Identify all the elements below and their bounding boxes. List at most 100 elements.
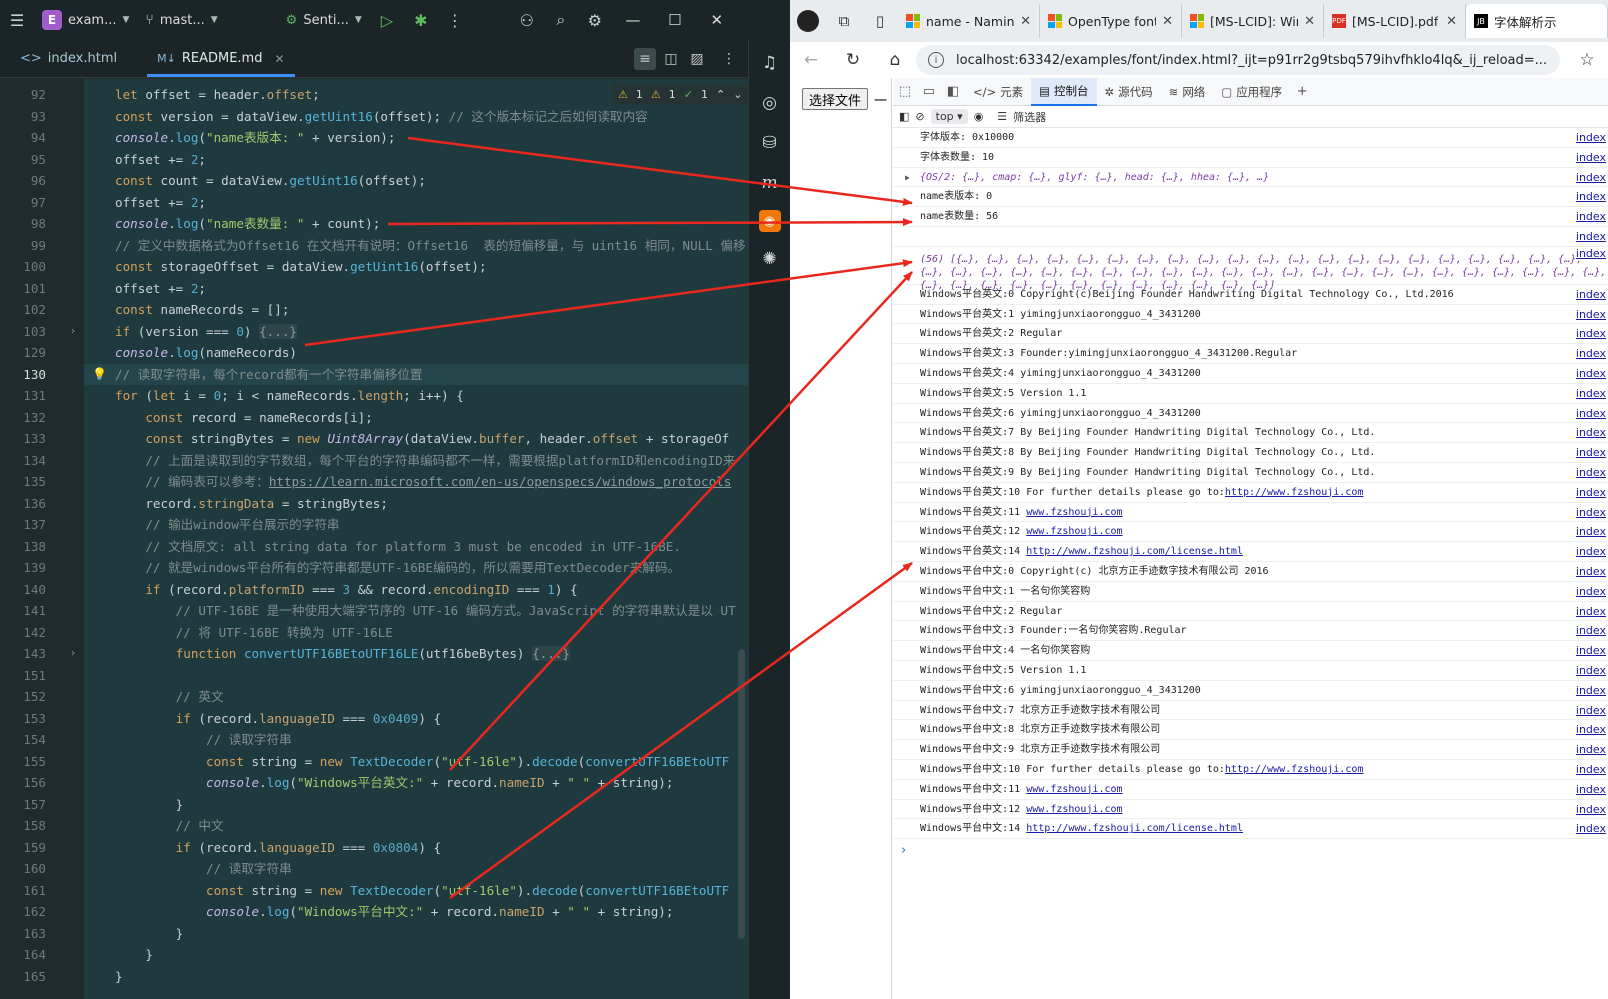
- line-number[interactable]: 137: [0, 514, 46, 536]
- code-line[interactable]: 163 }: [0, 923, 748, 945]
- code-line[interactable]: 93 const version = dataView.getUint16(off…: [0, 106, 748, 128]
- reload-icon[interactable]: ↻: [832, 42, 874, 78]
- split-view-icon[interactable]: ◫: [660, 48, 682, 70]
- console-source-link[interactable]: index: [1576, 503, 1606, 523]
- line-number[interactable]: 155: [0, 751, 46, 773]
- console-url-link[interactable]: www.fzshouji.com: [1026, 526, 1122, 537]
- m-plugin-icon[interactable]: m: [756, 170, 784, 196]
- console-source-link[interactable]: index: [1576, 443, 1606, 463]
- close-window-icon[interactable]: ✕: [696, 0, 738, 40]
- line-number[interactable]: 131: [0, 385, 46, 407]
- code-line[interactable]: 160 // 读取字符串: [0, 858, 748, 880]
- line-number[interactable]: 135: [0, 471, 46, 493]
- console-source-link[interactable]: index: [1576, 542, 1606, 562]
- line-number[interactable]: 129: [0, 342, 46, 364]
- line-number[interactable]: 100: [0, 256, 46, 278]
- line-number[interactable]: 141: [0, 600, 46, 622]
- expand-triangle-icon[interactable]: ▶: [905, 168, 910, 188]
- console-url-link[interactable]: www.fzshouji.com: [1026, 784, 1122, 795]
- run-config-selector[interactable]: ⚙ Senti... ▼: [278, 0, 370, 40]
- close-tab-icon[interactable]: ✕: [1162, 14, 1173, 29]
- console-source-link[interactable]: index: [1576, 740, 1606, 760]
- line-number[interactable]: 156: [0, 772, 46, 794]
- line-number[interactable]: 152: [0, 686, 46, 708]
- console-source-link[interactable]: index: [1576, 128, 1606, 148]
- console-source-link[interactable]: index: [1576, 324, 1606, 344]
- close-tab-icon[interactable]: ✕: [1304, 14, 1315, 29]
- openai-icon[interactable]: ✺: [756, 246, 784, 272]
- code-line[interactable]: 161 const string = new TextDecoder("utf-…: [0, 880, 748, 902]
- console-url-link[interactable]: http://www.fzshouji.com: [1225, 764, 1363, 775]
- line-number[interactable]: 153: [0, 708, 46, 730]
- settings-gear-icon[interactable]: ⚙: [578, 0, 612, 40]
- console-source-link[interactable]: index: [1576, 701, 1606, 721]
- console-source-link[interactable]: index: [1576, 641, 1606, 661]
- code-line[interactable]: 96 const count = dataView.getUint16(offse…: [0, 170, 748, 192]
- minimize-icon[interactable]: —: [612, 0, 654, 40]
- code-line[interactable]: 156 console.log("Windows平台英文:" + record.…: [0, 772, 748, 794]
- line-number[interactable]: 130: [0, 364, 46, 386]
- line-number[interactable]: 138: [0, 536, 46, 558]
- console-source-link[interactable]: index: [1576, 602, 1606, 622]
- line-number[interactable]: 134: [0, 450, 46, 472]
- code-line[interactable]: 94 console.log("name表版本: " + version);: [0, 127, 748, 149]
- devtools-tab[interactable]: ≋ 网络: [1161, 78, 1214, 106]
- code-line[interactable]: 143 › function convertUTF16BEtoUTF16LE(ut…: [0, 643, 748, 665]
- console-source-link[interactable]: index: [1576, 364, 1606, 384]
- code-line[interactable]: 102 const nameRecords = [];: [0, 299, 748, 321]
- console-source-link[interactable]: index: [1576, 621, 1606, 641]
- site-info-icon[interactable]: i: [928, 52, 944, 68]
- line-number[interactable]: 165: [0, 966, 46, 988]
- filter-icon[interactable]: ☰: [997, 110, 1007, 123]
- add-user-icon[interactable]: ⚇: [510, 0, 544, 40]
- console-source-link[interactable]: index: [1576, 344, 1606, 364]
- code-line[interactable]: 130 💡 // 读取字符串，每个record都有一个字符串偏移位置: [0, 363, 748, 386]
- maximize-icon[interactable]: ☐: [654, 0, 696, 40]
- tab-readme-md[interactable]: M↓ README.md ✕: [137, 40, 304, 77]
- console-source-link[interactable]: index: [1576, 760, 1606, 780]
- line-number[interactable]: 95: [0, 149, 46, 171]
- notifications-bell-icon[interactable]: ♫: [756, 50, 784, 76]
- more-vertical-icon[interactable]: ⋮: [718, 48, 740, 70]
- plugin-badge-icon[interactable]: ◉: [758, 210, 781, 232]
- line-number[interactable]: 98: [0, 213, 46, 235]
- code-line[interactable]: 153 if (record.languageID === 0x0409) {: [0, 708, 748, 730]
- dock-side-icon[interactable]: ◧: [941, 78, 965, 106]
- code-line[interactable]: 155 const string = new TextDecoder("utf-…: [0, 751, 748, 773]
- live-expression-eye-icon[interactable]: ◉: [974, 110, 984, 123]
- line-number[interactable]: 164: [0, 944, 46, 966]
- code-line[interactable]: 97 offset += 2;: [0, 192, 748, 214]
- code-line[interactable]: 138 // 文档原文: all string data for platfor…: [0, 536, 748, 558]
- code-line[interactable]: 152 // 英文: [0, 686, 748, 708]
- console-url-link[interactable]: www.fzshouji.com: [1026, 507, 1122, 518]
- browser-tab[interactable]: name - Naming ✕: [898, 4, 1040, 38]
- preview-only-icon[interactable]: ▨: [686, 48, 708, 70]
- devtools-tab[interactable]: ▤ 控制台: [1031, 77, 1097, 106]
- line-number[interactable]: 97: [0, 192, 46, 214]
- code-line[interactable]: 139 // 就是windows平台所有的字符串都是UTF-16BE编码的，所以…: [0, 557, 748, 579]
- console-url-link[interactable]: http://www.fzshouji.com/license.html: [1026, 546, 1243, 557]
- line-number[interactable]: 139: [0, 557, 46, 579]
- code-line[interactable]: 134 // 上面是读取到的字节数组，每个平台的字符串编码都不一样，需要根据pl…: [0, 450, 748, 472]
- code-line[interactable]: 158 // 中文: [0, 815, 748, 837]
- line-number[interactable]: 102: [0, 299, 46, 321]
- line-number[interactable]: 140: [0, 579, 46, 601]
- line-number[interactable]: 161: [0, 880, 46, 902]
- devtools-tab[interactable]: ✲ 源代码: [1097, 78, 1161, 106]
- browser-tab[interactable]: PDF [MS-LCID].pdf ✕: [1324, 4, 1466, 38]
- code-line[interactable]: 103 › if (version === 0) {...}: [0, 321, 748, 343]
- console-source-link[interactable]: index: [1576, 483, 1606, 503]
- console-source-link[interactable]: index: [1576, 780, 1606, 800]
- code-line[interactable]: 151: [0, 665, 748, 687]
- line-number[interactable]: 157: [0, 794, 46, 816]
- code-line[interactable]: 159 if (record.languageID === 0x0804) {: [0, 837, 748, 859]
- code-line[interactable]: 136 record.stringData = stringBytes;: [0, 493, 748, 515]
- line-number[interactable]: 96: [0, 170, 46, 192]
- tab-actions-icon[interactable]: ⧉: [826, 0, 862, 42]
- console-source-link[interactable]: index: [1576, 305, 1606, 325]
- console-source-link[interactable]: index: [1576, 404, 1606, 424]
- more-vertical-icon[interactable]: ⋮: [438, 0, 472, 40]
- line-number[interactable]: 133: [0, 428, 46, 450]
- code-line[interactable]: 165}: [0, 966, 748, 988]
- code-line[interactable]: 129 console.log(nameRecords): [0, 342, 748, 364]
